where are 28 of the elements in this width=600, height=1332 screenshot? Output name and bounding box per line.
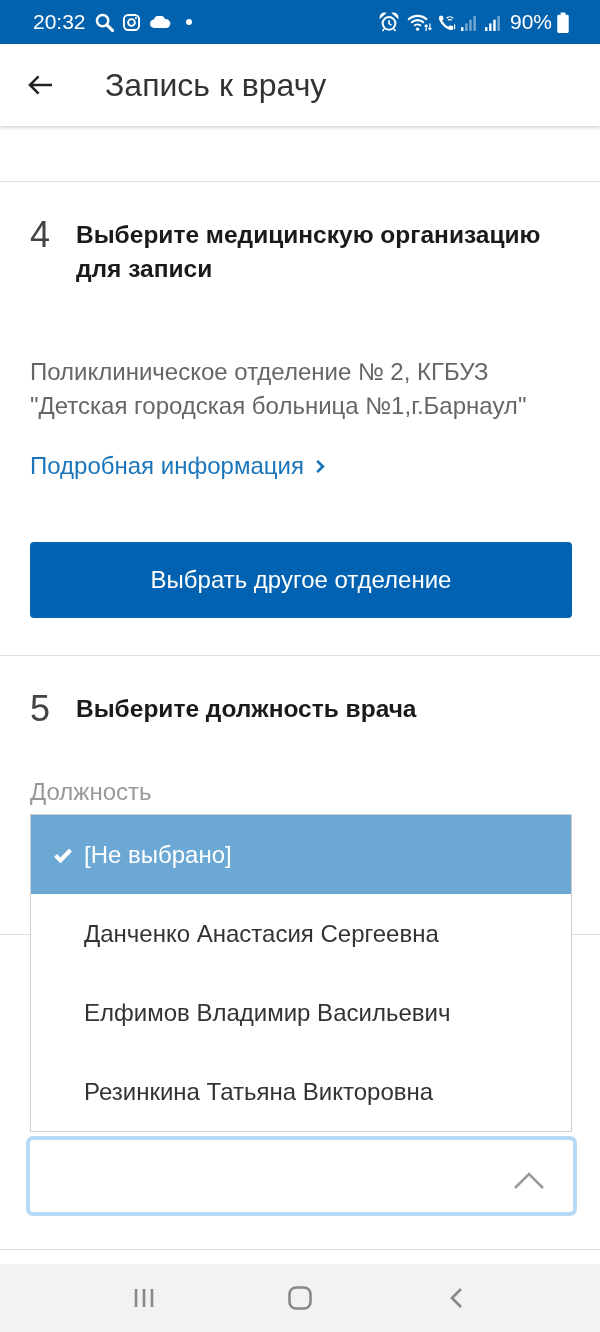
details-link[interactable]: Подробная информация (30, 449, 325, 483)
back-icon[interactable] (449, 1287, 463, 1309)
chevron-up-icon (513, 1172, 545, 1190)
organization-name: Поликлиническое отделение № 2, КГБУЗ "Детская городская больница №1,г.Барнаул" (30, 357, 528, 421)
dot-icon (185, 19, 192, 25)
search-icon (94, 12, 114, 32)
step-number: 5 (30, 692, 52, 726)
status-time: 20:32 (33, 10, 86, 34)
battery-icon (557, 11, 569, 33)
field-label: Должность (30, 777, 153, 807)
home-icon[interactable] (288, 1286, 312, 1310)
signal-icon (484, 13, 500, 31)
back-arrow-icon[interactable] (28, 74, 53, 96)
battery-percentage: 90% (509, 10, 552, 34)
recent-apps-icon[interactable] (133, 1287, 155, 1309)
screen-title: Запись к врачу (105, 66, 327, 104)
step-number: 4 (30, 218, 52, 252)
step-title: Выберите должность врача (76, 694, 417, 724)
check-icon (53, 846, 73, 863)
wifi-icon (406, 12, 432, 32)
select-field[interactable] (26, 1136, 577, 1216)
camera-icon (122, 13, 140, 31)
alarm-clock-icon (378, 12, 399, 32)
cloud-icon (148, 16, 171, 28)
chevron-right-icon (314, 458, 325, 474)
choose-department-button[interactable]: Выбрать другое отделение (30, 542, 572, 618)
signal-icon (460, 13, 476, 31)
step-title: Выберите медицинскую организацию для записи (76, 220, 542, 284)
